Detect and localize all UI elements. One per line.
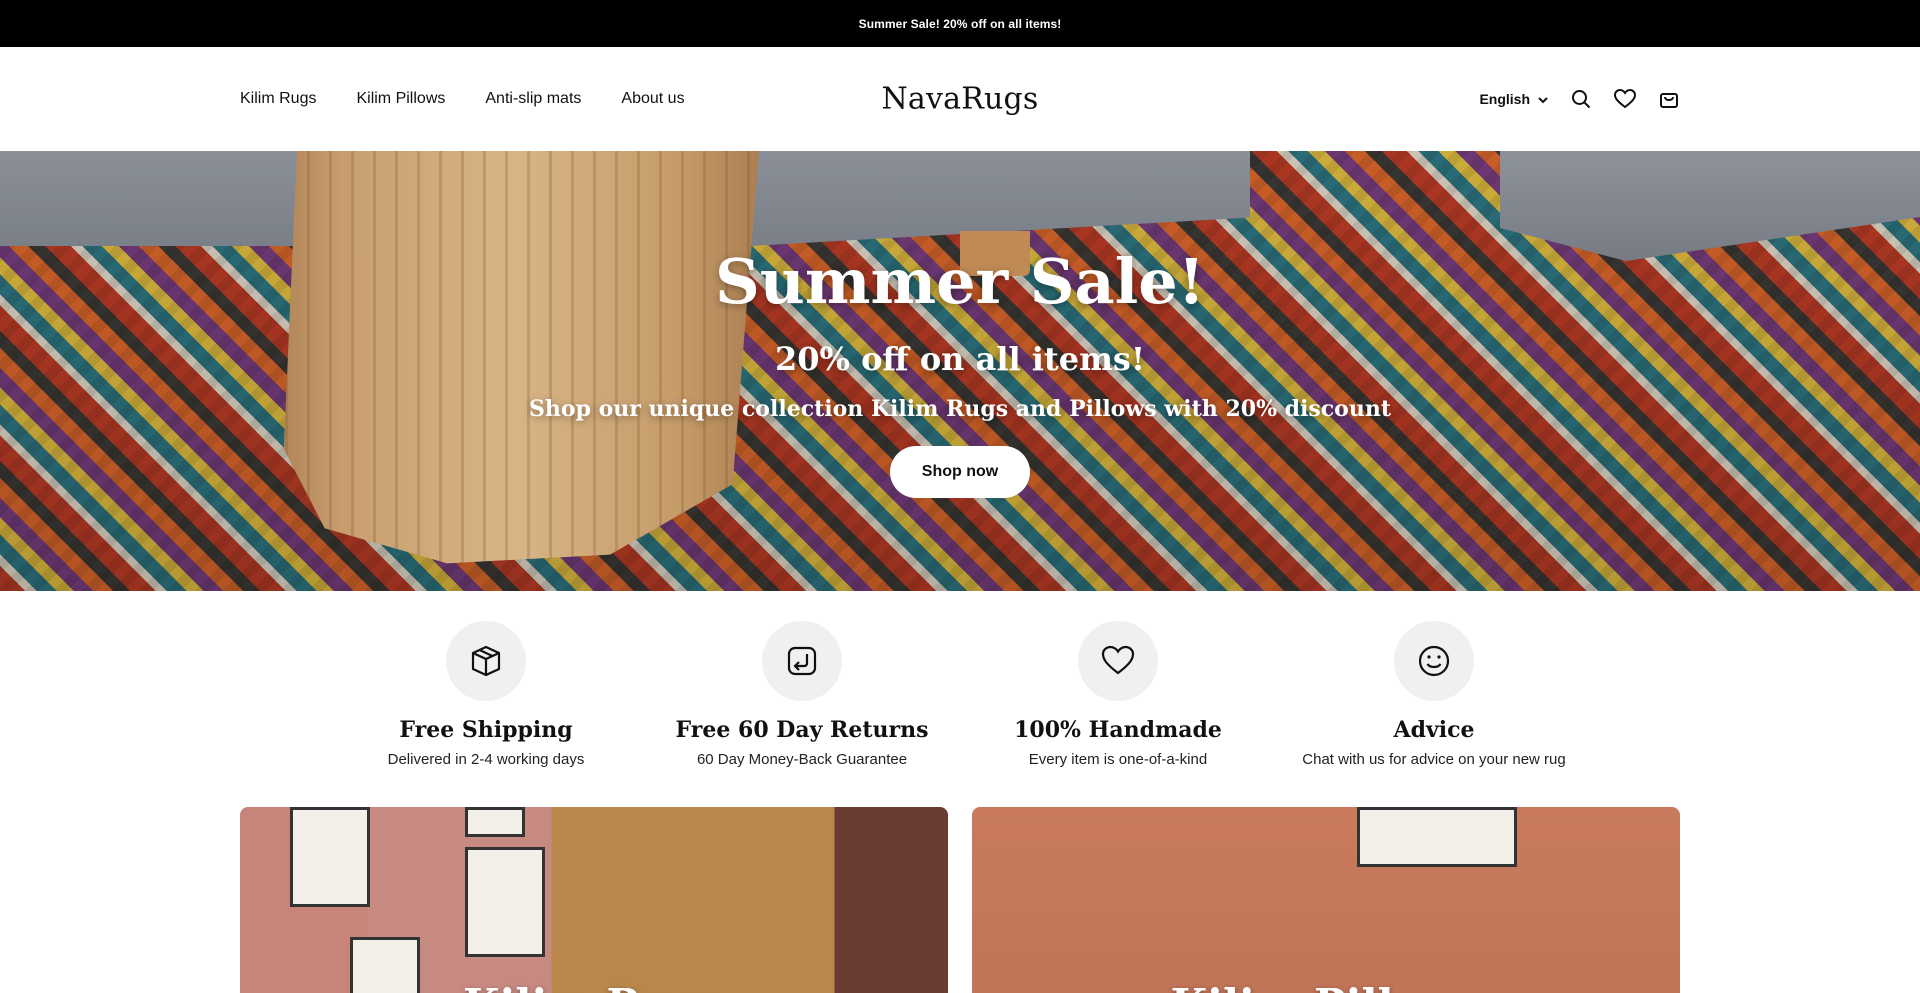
language-selector[interactable]: English: [1479, 91, 1548, 107]
feature-description: Chat with us for advice on your new rug: [1302, 751, 1566, 768]
features-row: Free Shipping Delivered in 2-4 working d…: [0, 591, 1920, 807]
wall-picture: [465, 807, 525, 837]
shop-now-button[interactable]: Shop now: [889, 445, 1031, 498]
heart-icon[interactable]: [1614, 88, 1636, 110]
hero-description: Shop our unique collection Kilim Rugs an…: [529, 395, 1391, 422]
nav-kilim-pillows[interactable]: Kilim Pillows: [356, 90, 445, 108]
collection-title: Kilim Rugs: [240, 980, 948, 993]
announcement-text: Summer Sale! 20% off on all items!: [858, 16, 1062, 31]
wall-picture: [465, 847, 545, 957]
feature-description: Every item is one-of-a-kind: [1028, 751, 1208, 768]
nav-kilim-rugs[interactable]: Kilim Rugs: [240, 90, 316, 108]
feature-advice: Advice Chat with us for advice on your n…: [1276, 621, 1592, 807]
nav-about-us[interactable]: About us: [621, 90, 684, 108]
hero-banner: Summer Sale! 20% off on all items! Shop …: [0, 151, 1920, 591]
smile-icon: [1394, 621, 1474, 701]
site-header: Kilim Rugs Kilim Pillows Anti-slip mats …: [0, 47, 1920, 151]
feature-returns: Free 60 Day Returns 60 Day Money-Back Gu…: [644, 621, 960, 807]
feature-handmade: 100% Handmade Every item is one-of-a-kin…: [960, 621, 1276, 807]
header-actions: English: [1479, 88, 1680, 110]
wall-picture: [1357, 807, 1517, 867]
collection-title: Kilim Pillows: [972, 980, 1680, 993]
wall-picture: [290, 807, 370, 907]
hero-content: Summer Sale! 20% off on all items! Shop …: [0, 151, 1920, 591]
cart-icon[interactable]: [1658, 88, 1680, 110]
announcement-bar: Summer Sale! 20% off on all items!: [0, 0, 1920, 47]
feature-description: 60 Day Money-Back Guarantee: [696, 751, 908, 768]
site-logo[interactable]: NavaRugs: [881, 82, 1038, 117]
feature-title: Free Shipping: [399, 717, 573, 743]
hero-title: Summer Sale!: [715, 244, 1205, 318]
collections-grid: Kilim Rugs Kilim Pillows: [0, 807, 1920, 993]
feature-description: Delivered in 2-4 working days: [387, 751, 585, 768]
feature-free-shipping: Free Shipping Delivered in 2-4 working d…: [328, 621, 644, 807]
language-label: English: [1479, 91, 1530, 107]
return-icon: [762, 621, 842, 701]
heart-icon: [1078, 621, 1158, 701]
chevron-down-icon: [1538, 91, 1548, 107]
feature-title: Free 60 Day Returns: [675, 717, 929, 743]
box-icon: [446, 621, 526, 701]
collection-card-kilim-pillows[interactable]: Kilim Pillows: [972, 807, 1680, 993]
hero-subtitle: 20% off on all items!: [775, 339, 1145, 378]
collection-card-kilim-rugs[interactable]: Kilim Rugs: [240, 807, 948, 993]
search-icon[interactable]: [1570, 88, 1592, 110]
main-nav: Kilim Rugs Kilim Pillows Anti-slip mats …: [240, 90, 685, 108]
nav-anti-slip-mats[interactable]: Anti-slip mats: [485, 90, 581, 108]
feature-title: 100% Handmade: [1014, 717, 1222, 743]
feature-title: Advice: [1393, 717, 1475, 743]
